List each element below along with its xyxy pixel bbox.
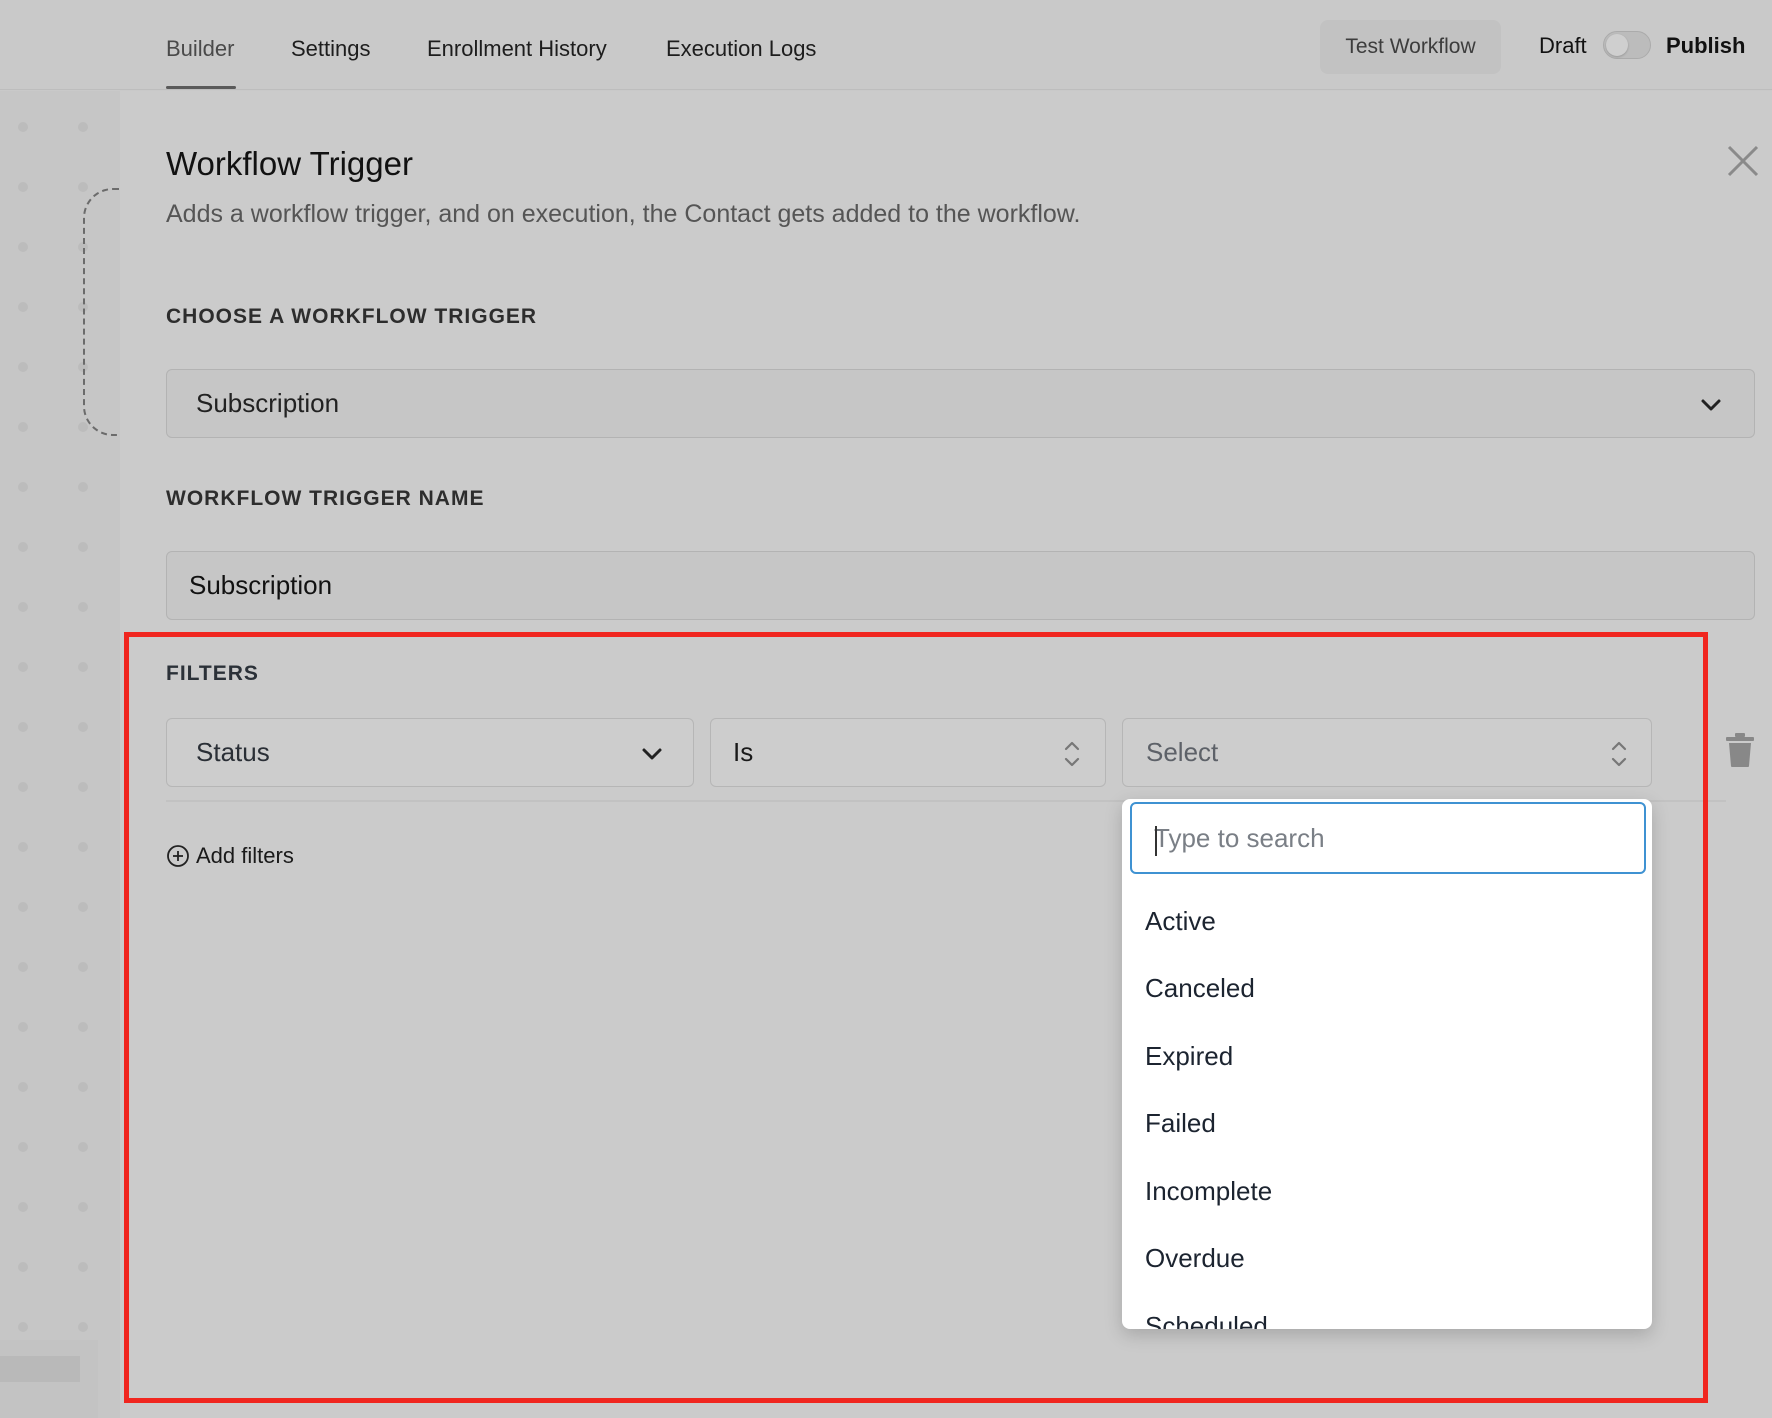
trigger-name-input[interactable]: Subscription [166,551,1755,620]
tab-settings[interactable]: Settings [291,36,371,62]
canvas-minimap-bar [0,1356,80,1382]
dropdown-option-incomplete[interactable]: Incomplete [1122,1158,1652,1224]
canvas-dot [18,902,28,912]
canvas-dot [78,602,88,612]
tab-execution-logs[interactable]: Execution Logs [666,36,816,62]
trigger-select[interactable]: Subscription [166,369,1755,438]
choose-trigger-label: CHOOSE A WORKFLOW TRIGGER [166,305,538,328]
canvas-dot [18,422,28,432]
tab-builder[interactable]: Builder [166,36,234,62]
active-tab-indicator [166,86,236,89]
chevron-down-icon [1701,399,1721,411]
canvas-dot [18,1082,28,1092]
publish-label: Publish [1666,33,1746,58]
canvas-dot [78,422,88,432]
canvas-dot [78,482,88,492]
canvas-dot [78,122,88,132]
trigger-name-value: Subscription [189,570,333,600]
canvas-dot [78,962,88,972]
workflow-builder: Builder Settings Enrollment History Exec… [0,0,1772,1418]
dropdown-option-canceled[interactable]: Canceled [1122,955,1652,1021]
canvas-dot [78,1262,88,1272]
close-icon[interactable] [1726,144,1760,178]
dropdown-option-scheduled[interactable]: Scheduled [1122,1293,1652,1330]
plus-circle-icon [167,845,189,867]
canvas-dot [18,782,28,792]
filter-operator-value: Is [733,737,754,767]
canvas-dot [18,362,28,372]
text-cursor [1155,826,1157,856]
canvas-dot [18,722,28,732]
canvas-dot [18,1322,28,1332]
canvas-dot [18,1022,28,1032]
sort-arrows-icon [1611,741,1627,767]
dropdown-search-input[interactable] [1132,804,1644,872]
canvas-dot [18,1142,28,1152]
trigger-select-value: Subscription [196,388,340,418]
canvas-dot [18,242,28,252]
canvas-dot [78,1322,88,1332]
canvas-dot [18,122,28,132]
dropdown-option-overdue[interactable]: Overdue [1122,1225,1652,1291]
canvas-dot [78,542,88,552]
canvas-dot [18,182,28,192]
chevron-down-icon [642,748,662,760]
panel-title: Workflow Trigger [166,145,413,182]
filter-field-select[interactable]: Status [166,718,694,787]
canvas-dot [78,1022,88,1032]
canvas-dot [78,782,88,792]
canvas-dot [78,662,88,672]
tab-enrollment-history[interactable]: Enrollment History [427,36,607,62]
trash-icon[interactable] [1724,732,1756,768]
trigger-name-label: WORKFLOW TRIGGER NAME [166,487,485,510]
canvas-dot [18,1262,28,1272]
filter-value-placeholder: Select [1146,737,1219,767]
add-filters-button[interactable]: Add filters [166,843,294,869]
canvas-dot [18,482,28,492]
canvas-dot [78,1082,88,1092]
canvas-dot [18,542,28,552]
canvas-dot [78,902,88,912]
canvas-dot [18,302,28,312]
publish-toggle[interactable] [1603,31,1651,59]
filter-operator-select[interactable]: Is [710,718,1106,787]
filters-label: FILTERS [166,662,259,685]
toggle-knob [1606,34,1628,56]
top-bar: Builder Settings Enrollment History Exec… [0,0,1772,90]
panel-subtitle: Adds a workflow trigger, and on executio… [166,200,1081,228]
dropdown-search-field[interactable] [1130,802,1646,874]
sort-arrows-icon [1064,741,1080,767]
canvas-dot [18,602,28,612]
canvas-dot [18,962,28,972]
canvas-dot [78,1202,88,1212]
canvas-dot [78,722,88,732]
test-workflow-button[interactable]: Test Workflow [1320,20,1501,74]
canvas-dot [18,1202,28,1212]
canvas-dot [18,842,28,852]
dropdown-option-expired[interactable]: Expired [1122,1023,1652,1089]
add-filters-label: Add filters [196,843,294,868]
filter-field-value: Status [196,737,270,767]
draft-label: Draft [1539,33,1587,58]
filter-value-select[interactable]: Select [1122,718,1652,787]
value-dropdown-menu: Active Canceled Expired Failed Incomplet… [1122,799,1652,1329]
canvas-dot [78,1142,88,1152]
dropdown-option-active[interactable]: Active [1122,888,1652,954]
dropdown-option-failed[interactable]: Failed [1122,1090,1652,1156]
canvas-dot [78,182,88,192]
canvas-dot [18,662,28,672]
canvas-dot [78,842,88,852]
